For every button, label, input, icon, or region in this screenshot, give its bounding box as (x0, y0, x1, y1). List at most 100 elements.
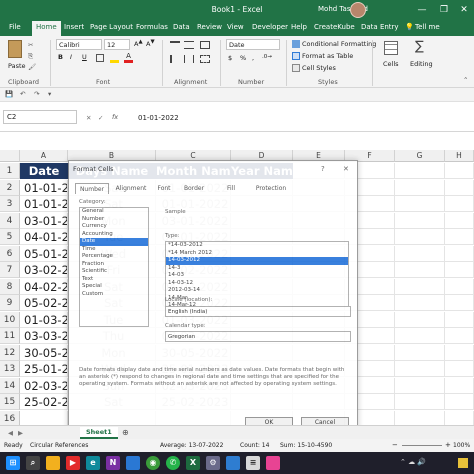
restore-button[interactable]: ❐ (436, 2, 452, 18)
status-circular-references[interactable]: Circular References (30, 442, 88, 449)
comma-button[interactable]: , (252, 54, 254, 62)
increase-decimal-icon[interactable]: .0→ (262, 54, 272, 60)
category-item[interactable]: Time (80, 246, 148, 254)
date-cell[interactable]: 04-01-2022 (20, 229, 68, 245)
help-button[interactable]: ? (321, 165, 325, 173)
type-item[interactable]: 14-03-12 (166, 280, 348, 288)
minimize-button[interactable]: — (414, 2, 430, 18)
menu-help[interactable]: Help (291, 23, 307, 31)
customize-qat-icon[interactable]: ▾ (48, 90, 51, 98)
row-header[interactable]: 11 (0, 328, 20, 344)
select-all-corner[interactable] (0, 150, 20, 162)
category-item[interactable]: General (80, 208, 148, 216)
row-header[interactable]: 10 (0, 311, 20, 328)
excel-icon[interactable]: X (186, 456, 200, 470)
sheet-tab-sheet1[interactable]: Sheet1 (80, 427, 118, 439)
align-left-icon[interactable] (170, 55, 180, 63)
date-cell[interactable]: 25-02-2023 (20, 394, 68, 410)
row-header[interactable]: 6 (0, 245, 20, 262)
wrap-text-icon[interactable] (200, 41, 210, 49)
grid-cell[interactable] (395, 295, 445, 311)
date-cell[interactable]: 25-01-2023 (20, 361, 68, 377)
row-header[interactable]: 12 (0, 344, 20, 361)
percent-button[interactable]: % (240, 54, 246, 62)
prev-sheet-icon[interactable]: ◀ (8, 429, 13, 437)
grid-cell[interactable] (445, 344, 474, 361)
fill-color-icon[interactable] (110, 54, 119, 63)
settings-icon[interactable]: ⚙ (206, 456, 220, 470)
menu-insert[interactable]: Insert (64, 23, 84, 31)
align-middle-icon[interactable] (184, 41, 194, 49)
grid-cell[interactable] (395, 311, 445, 328)
row-header[interactable]: 14 (0, 377, 20, 394)
grid-cell[interactable] (395, 328, 445, 344)
col-header-a[interactable]: A (20, 150, 68, 162)
grid-cell[interactable] (445, 212, 474, 229)
windows-icon[interactable]: ⊞ (6, 456, 20, 470)
borders-icon[interactable] (96, 54, 104, 62)
format-painter-icon[interactable]: 🖌 (28, 63, 36, 71)
grid-cell[interactable] (445, 196, 474, 212)
type-item[interactable]: 14-03-2012 (166, 257, 348, 265)
menu-data-entry[interactable]: Data Entry (361, 23, 399, 31)
menu-formulas[interactable]: Formulas (136, 23, 168, 31)
grid-cell[interactable] (395, 361, 445, 377)
zoom-slider[interactable] (402, 445, 442, 446)
font-name-select[interactable]: Calibri (56, 39, 102, 50)
tab-fill[interactable]: Fill (219, 183, 243, 194)
format-as-table-button[interactable]: Format as Table (302, 52, 353, 60)
grid-cell[interactable] (395, 377, 445, 394)
increase-font-icon[interactable]: A▲ (134, 39, 143, 48)
tell-me-search[interactable]: Tell me (415, 23, 440, 31)
grid-cell[interactable] (445, 295, 474, 311)
onenote-icon[interactable]: N (106, 456, 120, 470)
file-explorer-icon[interactable] (126, 456, 140, 470)
add-sheet-icon[interactable]: ⊕ (122, 428, 129, 437)
font-size-select[interactable]: 12 (104, 39, 130, 50)
date-cell[interactable]: 05-02-2022 (20, 295, 68, 311)
grid-cell[interactable] (395, 344, 445, 361)
folder-icon[interactable] (46, 456, 60, 470)
date-cell[interactable]: 01-01-2022 (20, 179, 68, 196)
grid-cell[interactable] (395, 212, 445, 229)
number-format-select[interactable]: Date (226, 39, 280, 50)
menu-home[interactable]: Home (32, 21, 61, 36)
italic-button[interactable]: I (70, 53, 72, 61)
grid-cell[interactable] (445, 394, 474, 410)
save-icon[interactable]: 💾 (5, 90, 13, 98)
grid-cell[interactable] (445, 278, 474, 295)
category-item[interactable]: Text (80, 276, 148, 284)
grid-cell[interactable] (445, 179, 474, 196)
avatar[interactable] (350, 2, 366, 18)
category-item[interactable]: Fraction (80, 261, 148, 269)
grid-cell[interactable] (395, 394, 445, 410)
edge-icon[interactable]: e (86, 456, 100, 470)
grid-cell[interactable] (445, 262, 474, 278)
formula-input[interactable]: 01-01-2022 (138, 114, 179, 122)
locale-select[interactable]: English (India) (165, 306, 351, 317)
row-header[interactable]: 15 (0, 394, 20, 410)
category-item[interactable]: Currency (80, 223, 148, 231)
tab-border[interactable]: Border (177, 183, 211, 194)
cell-styles-button[interactable]: Cell Styles (302, 64, 336, 72)
font-color-icon[interactable]: A (124, 52, 133, 63)
align-top-icon[interactable] (170, 41, 180, 49)
copy-icon[interactable]: ⎘ (28, 52, 33, 61)
grid-cell[interactable] (395, 163, 445, 179)
row-header[interactable]: 7 (0, 262, 20, 278)
date-cell[interactable]: 04-02-2022 (20, 278, 68, 295)
grid-cell[interactable] (395, 196, 445, 212)
calendar-type-select[interactable]: Gregorian (165, 331, 351, 342)
tray-icons[interactable]: ⌃ ☁ 🔊 (400, 458, 426, 466)
grid-cell[interactable] (395, 278, 445, 295)
chrome-icon[interactable]: ◉ (146, 456, 160, 470)
collapse-ribbon-icon[interactable]: ⌃ (463, 76, 468, 84)
row-header[interactable]: 5 (0, 229, 20, 245)
name-box[interactable]: C2 (3, 110, 77, 124)
type-item[interactable]: 2012-03-14 (166, 287, 348, 295)
date-cell[interactable]: 01-03-2022 (20, 311, 68, 328)
type-item[interactable]: 14-3 (166, 265, 348, 273)
grid-cell[interactable] (395, 179, 445, 196)
grid-cell[interactable] (395, 229, 445, 245)
row-header[interactable]: 3 (0, 196, 20, 212)
